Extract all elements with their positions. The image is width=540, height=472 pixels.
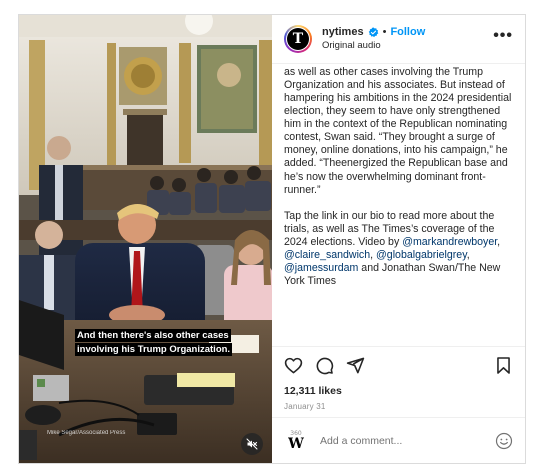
original-audio-link[interactable]: Original audio: [322, 40, 493, 51]
mute-button[interactable]: [241, 433, 263, 455]
video-subtitle: And then there's also other cases involv…: [75, 329, 233, 357]
share-icon: [346, 357, 365, 374]
share-button[interactable]: [346, 356, 365, 375]
like-button[interactable]: [284, 356, 303, 375]
mention-link[interactable]: @claire_sandwich: [284, 249, 370, 261]
follow-button[interactable]: Follow: [390, 26, 425, 38]
post-side-panel: T nytimes • Follow Original audio ••• as…: [272, 15, 525, 463]
instagram-post: And then there's also other cases involv…: [18, 14, 526, 464]
comment-bar: 360 W: [272, 417, 525, 463]
post-video[interactable]: And then there's also other cases involv…: [19, 15, 272, 463]
caption-paragraph-1: as well as other cases involving the Tru…: [284, 65, 512, 170]
header-separator: •: [382, 26, 387, 39]
save-button[interactable]: [494, 356, 513, 375]
mention-link[interactable]: @jamessurdam: [284, 262, 358, 274]
verified-badge-icon: [368, 27, 379, 38]
post-header: T nytimes • Follow Original audio •••: [272, 15, 525, 64]
more-options-button[interactable]: •••: [493, 27, 513, 45]
nyt-logo-icon: T: [287, 27, 309, 50]
post-caption: as well as other cases involving the Tru…: [284, 65, 512, 288]
emoji-button[interactable]: [495, 432, 513, 450]
post-date[interactable]: January 31: [284, 402, 513, 411]
username-link[interactable]: nytimes: [322, 26, 364, 38]
mention-link[interactable]: @globalgabrielgrey: [376, 249, 467, 261]
subtitle-line-1: And then there's also other cases: [75, 329, 231, 342]
profile-avatar[interactable]: T: [284, 24, 312, 53]
commenter-avatar: 360 W: [288, 430, 304, 453]
comment-button[interactable]: [315, 356, 334, 375]
smiley-icon: [495, 432, 513, 449]
comment-icon: [316, 357, 334, 375]
photo-credit: Mike Segar/Associated Press: [47, 430, 126, 436]
subtitle-line-2: involving his Trump Organization.: [75, 343, 233, 356]
mention-link[interactable]: @markandrewboyer: [402, 236, 497, 248]
post-actions: 12,311 likes January 31: [272, 345, 525, 418]
bookmark-icon: [497, 357, 510, 374]
comment-input[interactable]: [320, 434, 495, 447]
speaker-muted-icon: [246, 438, 258, 450]
heart-icon: [284, 357, 303, 374]
courtroom-video-frame: [19, 15, 272, 463]
likes-count[interactable]: 12,311 likes: [284, 385, 513, 397]
